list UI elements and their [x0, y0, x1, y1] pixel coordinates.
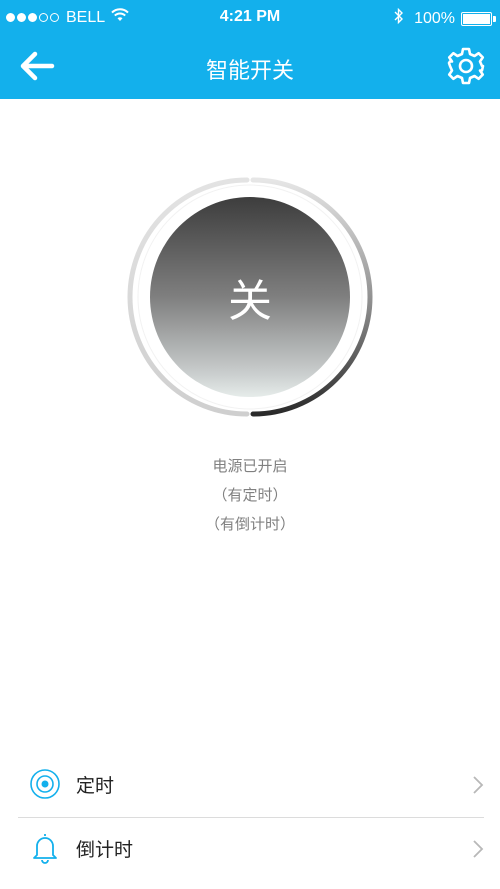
battery-icon: [461, 11, 496, 26]
target-icon: [28, 767, 62, 801]
menu-item-timer[interactable]: 定时: [18, 754, 484, 816]
battery-tip: [493, 15, 496, 22]
countdown-status-text: （有倒计时）: [204, 515, 295, 533]
power-status-text: 电源已开启: [212, 457, 288, 475]
battery-fill: [463, 13, 490, 24]
chevron-right-icon: [472, 775, 484, 795]
power-toggle-label: 关: [228, 276, 272, 327]
bluetooth-icon: [394, 7, 404, 29]
menu-item-label: 定时: [76, 775, 115, 797]
timer-status-text: （有定时）: [212, 486, 288, 504]
battery-percent: 100%: [414, 9, 455, 27]
power-toggle-button[interactable]: 关: [150, 197, 350, 397]
nav-bar: 智能开关: [0, 36, 500, 99]
status-bar: BELL 4:21 PM 100%: [0, 0, 500, 36]
menu-item-label: 倒计时: [76, 839, 134, 861]
device-status: 电源已开启 （有定时） （有倒计时）: [0, 452, 500, 539]
status-right: 100%: [394, 7, 496, 29]
settings-button[interactable]: [446, 46, 486, 86]
power-control: 关: [125, 174, 375, 424]
chevron-right-icon: [472, 839, 484, 859]
bell-icon: [28, 831, 62, 865]
menu-item-countdown[interactable]: 倒计时: [18, 818, 484, 880]
app-header: BELL 4:21 PM 100% 智能开关: [0, 0, 500, 99]
page-title: 智能开关: [205, 59, 294, 84]
gear-icon: [447, 47, 485, 85]
